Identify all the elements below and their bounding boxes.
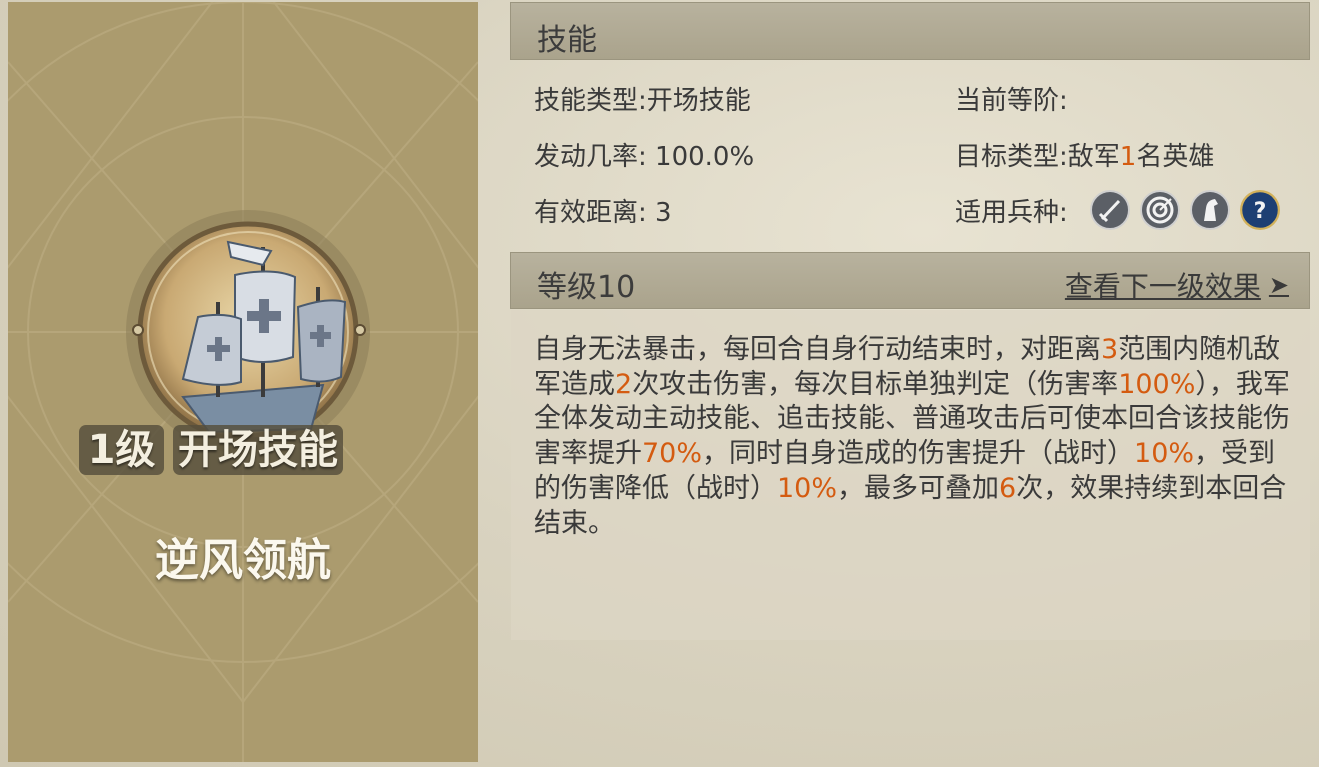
skill-type-row: 技能类型:开场技能 <box>534 80 751 117</box>
question-icon[interactable]: ? <box>1240 190 1280 230</box>
target-type-label: 目标类型: <box>955 142 1068 172</box>
arrow-right-icon: ➤ <box>1268 271 1289 299</box>
target-type-count: 1 <box>1119 142 1137 172</box>
troop-icons: ? <box>1090 190 1280 230</box>
target-type-suffix: 名英雄 <box>1136 142 1215 172</box>
skill-header-bar: 技能 <box>510 2 1310 60</box>
current-rank-row: 当前等阶: <box>955 80 1068 117</box>
description-text: ，同时自身造成的伤害提升（战时） <box>702 438 1135 470</box>
trigger-rate-row: 发动几率: 100.0% <box>534 136 754 173</box>
description-highlight: 10% <box>1134 438 1195 470</box>
ship-emblem-icon <box>126 210 370 454</box>
skill-section-title: 技能 <box>537 23 597 58</box>
skill-type-tag: 开场技能 <box>173 425 343 475</box>
level-header-bar: 等级10 查看下一级效果 ➤ <box>510 252 1310 309</box>
troop-type-label: 适用兵种: <box>955 198 1068 228</box>
description-text: ，最多可叠加 <box>837 472 1000 504</box>
skill-tags: 1级 开场技能 <box>79 425 343 475</box>
range-label: 有效距离: <box>534 198 647 228</box>
range-row: 有效距离: 3 <box>534 192 672 229</box>
description-highlight: 10% <box>777 472 838 504</box>
range-value: 3 <box>655 198 672 228</box>
next-level-link[interactable]: 查看下一级效果 ➤ <box>1065 265 1289 305</box>
skill-description: 自身无法暴击，每回合自身行动结束时，对距离3范围内随机敌军造成2次攻击伤害，每次… <box>534 333 1294 541</box>
target-type-prefix: 敌军 <box>1067 142 1120 172</box>
level-tag: 1级 <box>79 425 164 475</box>
horse-cavalry-icon[interactable] <box>1190 190 1230 230</box>
description-highlight: 3 <box>1101 334 1119 365</box>
description-text: 自身无法暴击，每回合自身行动结束时，对距离 <box>534 334 1101 365</box>
next-level-label[interactable]: 查看下一级效果 <box>1065 265 1261 305</box>
troop-type-row: 适用兵种: <box>955 192 1068 229</box>
trigger-rate-value: 100.0% <box>655 142 755 172</box>
description-highlight: 2 <box>615 368 633 400</box>
description-text: 次攻击伤害，每次目标单独判定（伤害率 <box>632 368 1119 400</box>
skill-name: 逆风领航 <box>155 535 331 586</box>
skill-type-value: 开场技能 <box>646 86 751 116</box>
skill-type-label: 技能类型: <box>534 86 647 116</box>
description-highlight: 6 <box>999 472 1017 504</box>
trigger-rate-label: 发动几率: <box>534 142 647 172</box>
level-title: 等级10 <box>537 270 636 305</box>
description-highlight: 100% <box>1118 368 1196 400</box>
description-highlight: 70% <box>642 438 703 470</box>
sword-icon[interactable] <box>1090 190 1130 230</box>
target-type-row: 目标类型:敌军1名英雄 <box>955 136 1214 173</box>
skill-card: 1级 开场技能 逆风领航 <box>8 2 478 762</box>
target-archer-icon[interactable] <box>1140 190 1180 230</box>
current-rank-label: 当前等阶: <box>955 86 1068 116</box>
svg-text:?: ? <box>1254 199 1267 224</box>
